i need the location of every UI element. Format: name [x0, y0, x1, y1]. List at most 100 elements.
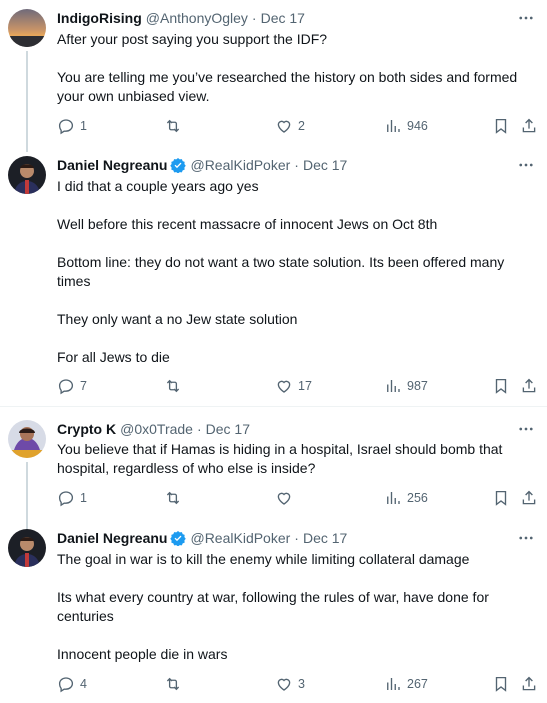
retweet-icon	[166, 677, 180, 691]
separator-dot: ·	[196, 421, 202, 437]
display-name[interactable]: Crypto K	[57, 421, 116, 437]
user-handle[interactable]: @0x0Trade	[120, 421, 193, 437]
views-icon	[387, 380, 400, 392]
share-button[interactable]	[520, 116, 538, 136]
like-count: 17	[298, 379, 312, 393]
more-icon[interactable]	[517, 156, 535, 174]
reply-count: 7	[80, 379, 87, 393]
reply-button[interactable]: 1	[57, 116, 87, 136]
user-handle[interactable]: @RealKidPoker	[190, 157, 290, 173]
bookmark-button[interactable]	[492, 674, 510, 694]
text-line: Innocent people die in wars	[57, 646, 228, 662]
share-button[interactable]	[520, 674, 538, 694]
timestamp[interactable]: Dec 17	[303, 530, 347, 546]
retweet-button[interactable]	[164, 674, 187, 694]
text-line-blank	[57, 49, 537, 68]
retweet-icon	[166, 379, 180, 393]
share-button[interactable]	[520, 488, 538, 508]
views-count: 267	[407, 677, 428, 691]
avatar[interactable]	[8, 156, 46, 194]
views-count: 987	[407, 379, 428, 393]
display-name[interactable]: IndigoRising	[57, 10, 142, 26]
like-button[interactable]: 3	[275, 674, 305, 694]
tweet-text: The goal in war is to kill the enemy whi…	[57, 550, 527, 664]
like-button[interactable]	[275, 488, 298, 508]
retweet-button[interactable]	[164, 488, 187, 508]
reply-icon	[58, 119, 74, 135]
views-icon	[387, 120, 400, 132]
more-icon[interactable]	[517, 9, 535, 27]
views-button[interactable]: 267	[384, 674, 428, 694]
separator-dot: ·	[294, 530, 299, 546]
timestamp[interactable]: Dec 17	[303, 157, 347, 173]
retweet-button[interactable]	[164, 376, 187, 396]
text-line: You are telling me you’ve researched the…	[57, 69, 518, 104]
bookmark-button[interactable]	[492, 376, 510, 396]
retweet-icon	[166, 119, 180, 133]
separator-dot: ·	[294, 157, 299, 173]
share-icon	[522, 676, 536, 691]
tweet-2[interactable]: Daniel Negreanu @RealKidPoker · Dec 17 I…	[0, 146, 547, 406]
share-button[interactable]	[520, 376, 538, 396]
bookmark-icon	[495, 676, 507, 692]
heart-icon	[277, 380, 291, 393]
retweet-icon	[166, 491, 180, 505]
tweet-header: IndigoRising @AnthonyOgley · Dec 17	[57, 8, 305, 28]
views-count: 946	[407, 119, 428, 133]
text-line: Its what every country at war, following…	[57, 589, 489, 624]
action-bar: 1 256	[0, 488, 547, 508]
display-name[interactable]: Daniel Negreanu	[57, 530, 167, 546]
text-line: Well before this recent massacre of inno…	[57, 216, 438, 232]
tweet-4[interactable]: Daniel Negreanu @RealKidPoker · Dec 17 T…	[0, 517, 547, 703]
timestamp[interactable]: Dec 17	[206, 421, 250, 437]
views-icon	[387, 678, 400, 690]
reply-button[interactable]: 7	[57, 376, 87, 396]
reply-count: 1	[80, 119, 87, 133]
heart-icon	[277, 678, 291, 691]
reply-button[interactable]: 1	[57, 488, 87, 508]
bookmark-icon	[495, 378, 507, 394]
views-button[interactable]: 946	[384, 116, 428, 136]
avatar[interactable]	[8, 9, 46, 47]
tweet-1[interactable]: IndigoRising @AnthonyOgley · Dec 17 Afte…	[0, 0, 547, 149]
views-button[interactable]: 256	[384, 488, 428, 508]
text-line-blank	[57, 626, 527, 645]
reply-icon	[58, 379, 74, 395]
avatar[interactable]	[8, 529, 46, 567]
text-line: You believe that if Hamas is hiding in a…	[57, 441, 503, 476]
avatar[interactable]	[8, 420, 46, 458]
text-line: Bottom line: they do not want a two stat…	[57, 254, 505, 289]
tweet-text: After your post saying you support the I…	[57, 30, 537, 106]
text-line-blank	[57, 196, 537, 215]
text-line-blank	[57, 329, 537, 348]
timestamp[interactable]: Dec 17	[261, 10, 305, 26]
action-bar: 4 3 267	[0, 674, 547, 694]
more-icon[interactable]	[517, 420, 535, 438]
display-name[interactable]: Daniel Negreanu	[57, 157, 167, 173]
bookmark-button[interactable]	[492, 488, 510, 508]
user-handle[interactable]: @AnthonyOgley	[146, 10, 248, 26]
bookmark-button[interactable]	[492, 116, 510, 136]
text-line: After your post saying you support the I…	[57, 31, 328, 47]
tweet-3[interactable]: Crypto K @0x0Trade · Dec 17 You believe …	[0, 407, 547, 532]
reply-count: 4	[80, 677, 87, 691]
tweet-header: Daniel Negreanu @RealKidPoker · Dec 17	[57, 528, 347, 548]
heart-icon	[277, 492, 291, 505]
tweet-text: You believe that if Hamas is hiding in a…	[57, 440, 527, 478]
more-icon[interactable]	[517, 529, 535, 547]
views-button[interactable]: 987	[384, 376, 428, 396]
tweet-header: Crypto K @0x0Trade · Dec 17	[57, 419, 250, 439]
user-handle[interactable]: @RealKidPoker	[190, 530, 290, 546]
separator-dot: ·	[251, 10, 257, 26]
reply-button[interactable]: 4	[57, 674, 87, 694]
retweet-button[interactable]	[164, 116, 187, 136]
verified-badge-icon	[170, 531, 187, 546]
like-button[interactable]: 17	[275, 376, 312, 396]
like-button[interactable]: 2	[275, 116, 305, 136]
verified-badge-icon	[170, 158, 187, 173]
text-line: They only want a no Jew state solution	[57, 311, 298, 327]
thread-line-top	[26, 146, 28, 152]
text-line: The goal in war is to kill the enemy whi…	[57, 551, 470, 567]
like-count: 2	[298, 119, 305, 133]
text-line-blank	[57, 291, 537, 310]
